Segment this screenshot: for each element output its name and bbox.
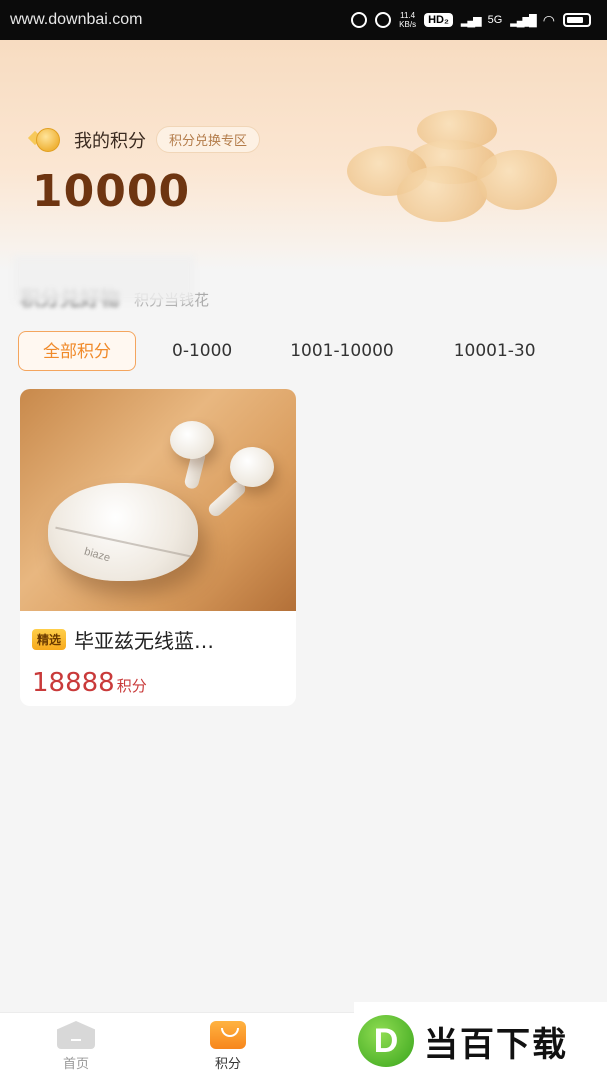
product-image[interactable]: biaze	[20, 389, 296, 611]
tab-0-1000[interactable]: 0-1000	[154, 331, 250, 371]
signal-bars-icon: ▂▄▆█	[510, 14, 536, 27]
points-header: 我的积分 积分兑换专区 10000	[0, 40, 607, 270]
network-type: 5G	[487, 14, 503, 26]
mute-icon	[375, 12, 392, 28]
network-speed: 11.4 KB/s	[399, 11, 416, 29]
watermark-logo-icon: D	[358, 1015, 414, 1067]
product-price-row: 18888 积分	[32, 668, 284, 698]
nav-points-label: 积分	[214, 1057, 241, 1072]
product-price: 18888	[32, 668, 115, 698]
points-value: 10000	[32, 166, 191, 217]
exchange-zone-button[interactable]: 积分兑换专区	[156, 126, 261, 153]
speed-value: 11.4	[400, 11, 416, 20]
speed-unit: KB/s	[399, 20, 417, 29]
tab-10001-30000[interactable]: 10001-30	[436, 331, 554, 371]
product-card[interactable]: biaze 精选 毕亚兹无线蓝… 18888 积分	[20, 389, 296, 706]
product-title[interactable]: 毕亚兹无线蓝…	[74, 625, 274, 654]
status-bar: www.downbai.com 11.4 KB/s HD₂ ▂▄▆ 5G ▂▄▆…	[0, 0, 607, 40]
signal-icon: ▂▄▆	[460, 14, 482, 27]
hd-badge: HD₂	[424, 13, 453, 27]
watermark-bottom-text: 当百下载	[424, 1024, 568, 1065]
featured-badge: 精选	[32, 629, 67, 650]
home-icon	[57, 1021, 95, 1049]
status-icons: 11.4 KB/s HD₂ ▂▄▆ 5G ▂▄▆█ ◠	[351, 11, 591, 29]
product-title-row: 精选 毕亚兹无线蓝…	[32, 625, 284, 654]
product-price-unit: 积分	[116, 677, 147, 695]
shopping-bag-icon	[210, 1021, 246, 1049]
points-label: 我的积分	[74, 130, 146, 152]
coins-illustration	[347, 110, 567, 240]
points-row: 我的积分 积分兑换专区	[27, 126, 261, 153]
nav-home[interactable]: 首页	[36, 1021, 116, 1072]
alarm-icon	[351, 12, 368, 28]
points-filter-tabs: 全部积分 0-1000 1001-10000 10001-30	[18, 330, 607, 372]
watermark-text: www.downbai.com	[10, 11, 143, 28]
wifi-icon: ◠	[542, 11, 555, 28]
watermark-top: www.downbai.com	[10, 11, 143, 29]
product-info: 精选 毕亚兹无线蓝… 18888 积分	[20, 611, 296, 706]
tab-1001-10000[interactable]: 1001-10000	[272, 331, 411, 371]
nav-points[interactable]: 积分	[188, 1021, 268, 1072]
tab-all-points[interactable]: 全部积分	[18, 331, 136, 371]
coin-icon	[27, 127, 64, 153]
nav-home-label: 首页	[62, 1057, 89, 1072]
blur-overlay	[14, 256, 194, 302]
battery-icon	[563, 13, 591, 27]
watermark-bottom: D 当百下载	[354, 1002, 607, 1080]
